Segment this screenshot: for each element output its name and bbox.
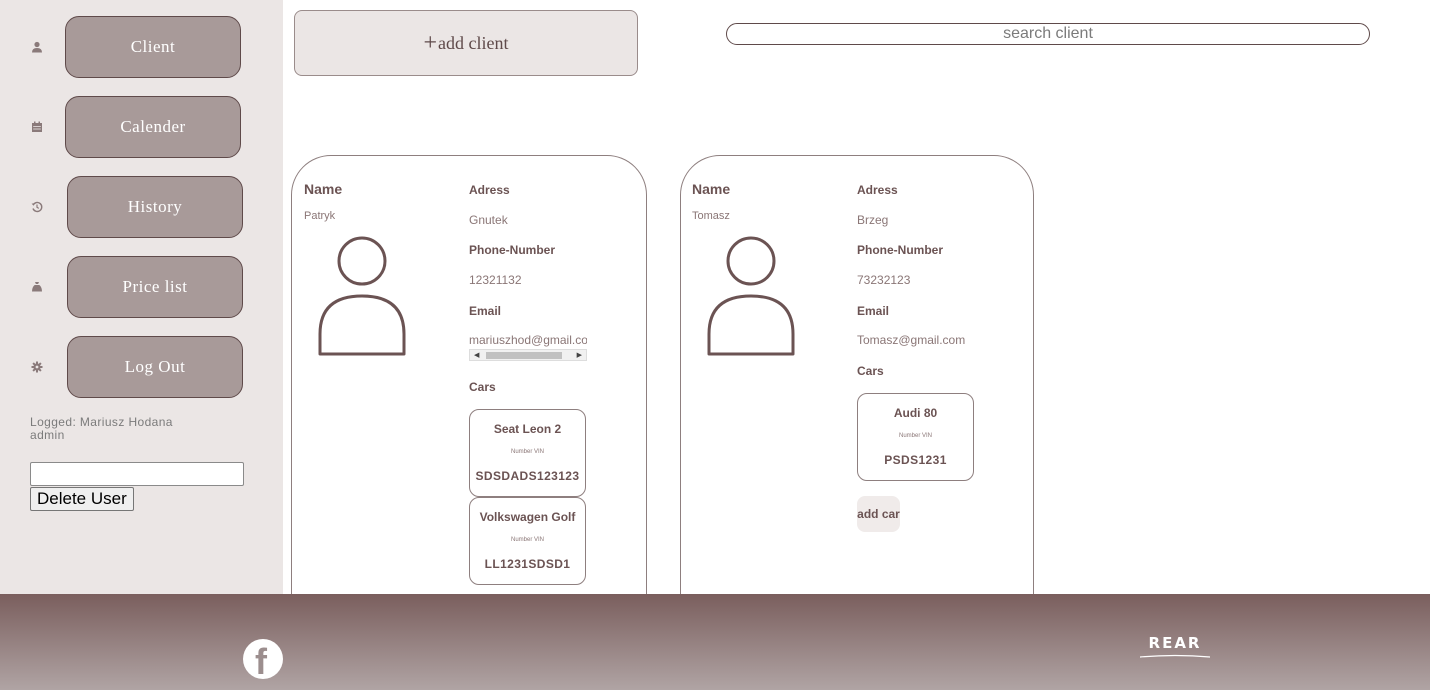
- car-card[interactable]: Audi 80 Number VIN PSDS1231: [857, 393, 974, 481]
- sidebar: Client Calender History Price list Log O…: [0, 0, 283, 594]
- car-model: Audi 80: [893, 406, 938, 420]
- logo-text: REAR: [1148, 634, 1202, 652]
- vin-value: PSDS1231: [884, 453, 947, 467]
- client-name: Patryk: [304, 210, 336, 222]
- delete-user-button[interactable]: Delete User: [30, 487, 134, 511]
- vin-label: Number VIN: [510, 537, 544, 543]
- plus-icon: +: [423, 29, 438, 56]
- delete-user-input[interactable]: [30, 462, 244, 486]
- scroll-right-icon[interactable]: ▶: [577, 351, 582, 360]
- nav-row-log-out: Log Out: [0, 336, 283, 400]
- nav-row-calender: Calender: [0, 96, 283, 160]
- user-icon: [30, 40, 44, 54]
- adress-value: Brzeg: [857, 213, 889, 227]
- email-value: mariuszhod@gmail.com: [469, 333, 587, 347]
- email-value: Tomasz@gmail.com: [857, 333, 966, 347]
- nav-log-out-button[interactable]: Log Out: [67, 336, 243, 398]
- rear-logo: REAR: [1140, 634, 1210, 658]
- client-card: Name Tomasz Adress Brzeg Phone-Number 73…: [680, 155, 1034, 615]
- footer: f REAR: [0, 594, 1430, 690]
- phone-value: 73232123: [857, 273, 911, 287]
- client-name: Tomasz: [692, 210, 730, 222]
- car-card[interactable]: Volkswagen Golf Number VIN LL1231SDSD1: [469, 497, 586, 585]
- nav-calender-button[interactable]: Calender: [65, 96, 241, 158]
- client-card: Name Patryk Adress Gnutek Phone-Number 1…: [291, 155, 647, 615]
- avatar-icon: [707, 236, 795, 356]
- add-client-button[interactable]: + add client: [294, 10, 638, 76]
- cars-heading: Cars: [857, 364, 884, 378]
- nav-client-button[interactable]: Client: [65, 16, 241, 78]
- scroll-thumb[interactable]: [486, 352, 562, 359]
- car-model: Volkswagen Golf: [479, 510, 576, 524]
- scroll-left-icon[interactable]: ◀: [474, 351, 479, 360]
- adress-heading: Adress: [469, 183, 510, 197]
- adress-value: Gnutek: [469, 213, 508, 227]
- nav-history-button[interactable]: History: [67, 176, 243, 238]
- money-bag-icon: [30, 280, 44, 294]
- cars-heading: Cars: [469, 380, 496, 394]
- vin-value: LL1231SDSD1: [484, 557, 571, 571]
- vin-label: Number VIN: [898, 433, 932, 439]
- calendar-icon: [30, 120, 44, 134]
- adress-heading: Adress: [857, 183, 898, 197]
- logged-user-info: Logged: Mariusz Hodana admin: [30, 416, 173, 442]
- car-model: Seat Leon 2: [493, 422, 562, 436]
- logged-user-role: admin: [30, 428, 65, 442]
- nav-row-client: Client: [0, 16, 283, 80]
- nav-row-history: History: [0, 176, 283, 240]
- phone-heading: Phone-Number: [469, 243, 556, 257]
- nav-price-list-button[interactable]: Price list: [67, 256, 243, 318]
- phone-value: 12321132: [469, 273, 522, 287]
- history-icon: [30, 200, 44, 214]
- nav-row-price-list: Price list: [0, 256, 283, 320]
- car-card[interactable]: Seat Leon 2 Number VIN SDSDADS123123: [469, 409, 586, 497]
- logo-swoosh-icon: [1140, 654, 1210, 658]
- gear-icon: [30, 360, 44, 374]
- add-car-button[interactable]: add car: [857, 496, 900, 532]
- name-heading: Name: [304, 181, 343, 197]
- vin-label: Number VIN: [510, 449, 544, 455]
- phone-heading: Phone-Number: [857, 243, 944, 257]
- email-heading: Email: [857, 304, 890, 318]
- facebook-icon[interactable]: f: [243, 639, 283, 682]
- avatar-icon: [318, 236, 406, 356]
- name-heading: Name: [692, 181, 731, 197]
- vin-value: SDSDADS123123: [475, 469, 580, 483]
- add-client-label: add client: [438, 32, 509, 53]
- email-scrollbar[interactable]: ◀ ▶: [469, 349, 587, 361]
- email-heading: Email: [469, 304, 502, 318]
- search-client-input[interactable]: search client: [726, 23, 1370, 45]
